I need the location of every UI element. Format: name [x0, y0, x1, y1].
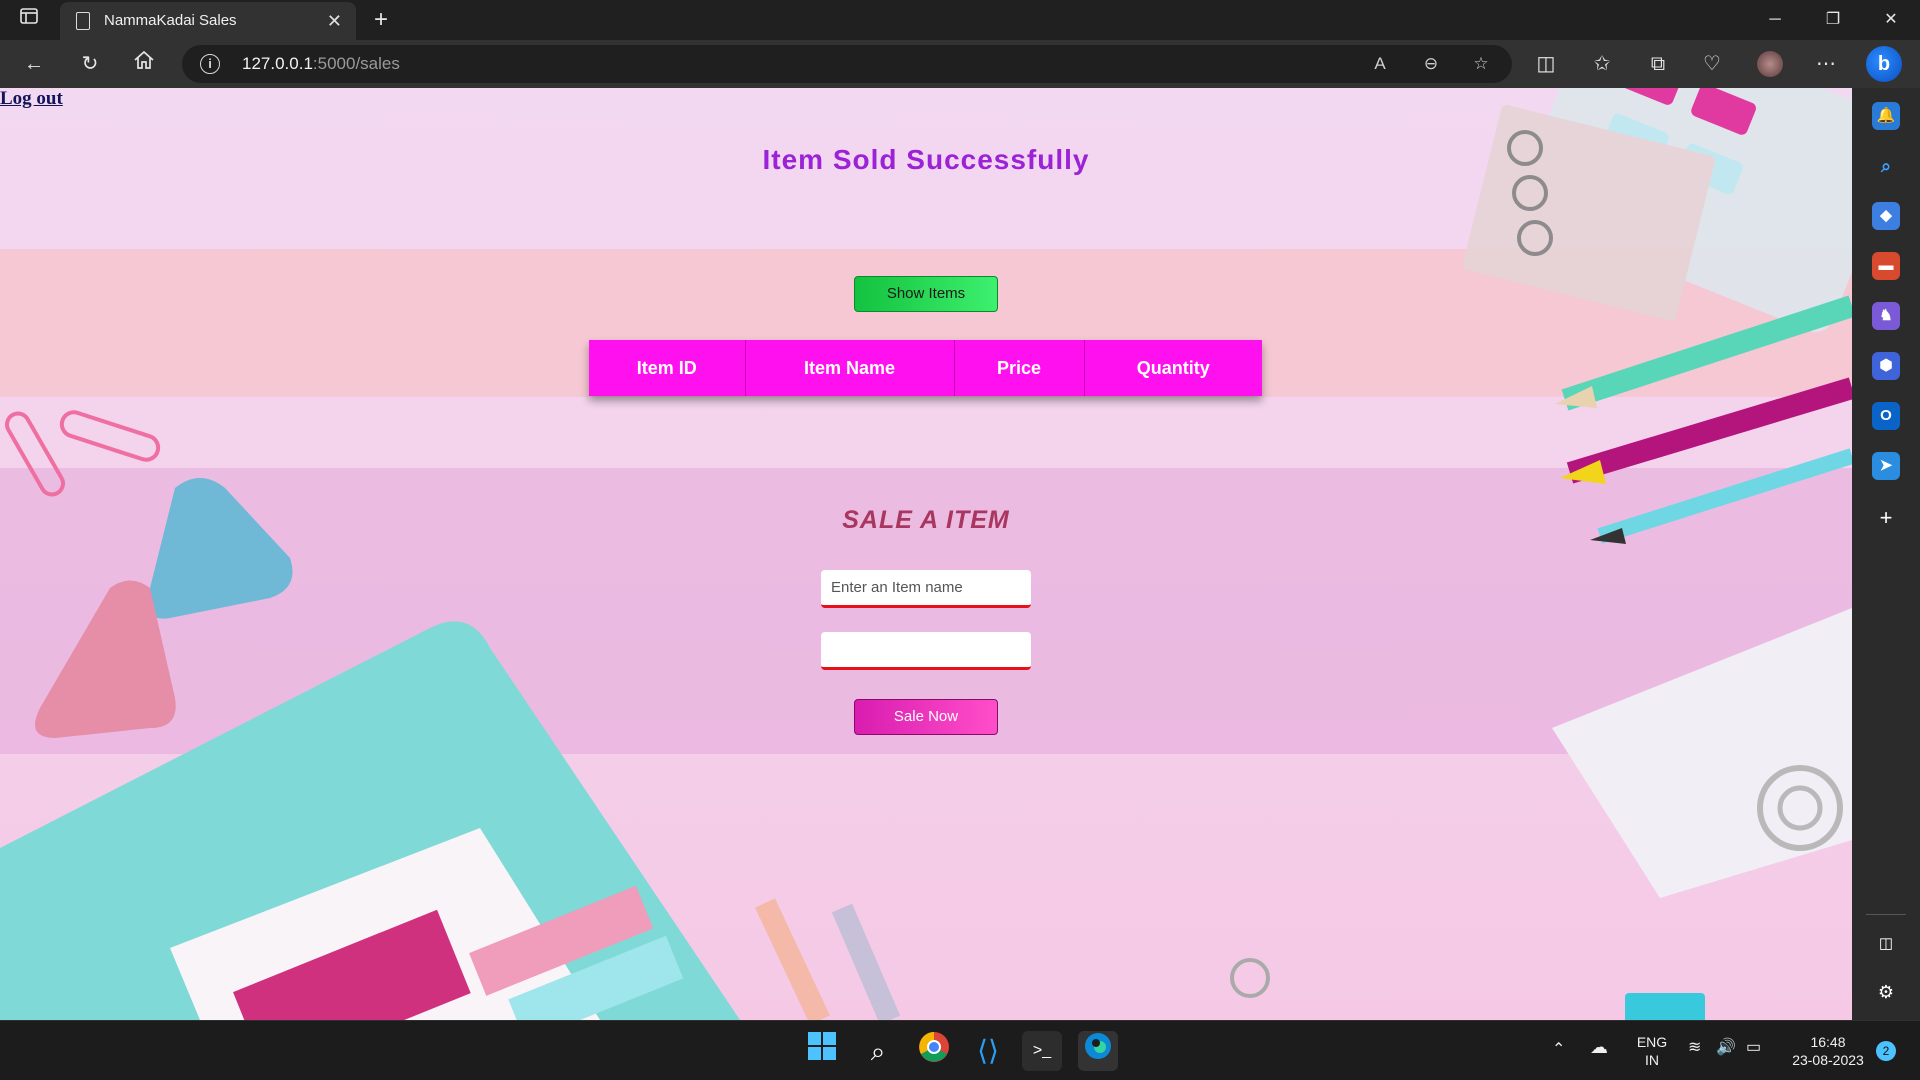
search-icon[interactable]: ⌕: [1872, 152, 1900, 180]
hide-sidebar-icon[interactable]: ◫: [1872, 930, 1900, 958]
url-text[interactable]: 127.0.0.1:5000/sales: [242, 45, 400, 83]
column-header-item-id: Item ID: [589, 340, 746, 396]
sale-now-button[interactable]: Sale Now: [854, 699, 998, 735]
column-header-item-name: Item Name: [745, 340, 955, 396]
browser-essentials-icon[interactable]: ♡: [1694, 40, 1730, 88]
games-icon[interactable]: ♞: [1872, 302, 1900, 330]
browser-toolbar: ← ↻ i 127.0.0.1:5000/sales A ⊖ ☆ ◫ ✩ ⧉ ♡…: [0, 40, 1920, 88]
page-viewport: Log out Item Sold Successfully Show Item…: [0, 88, 1852, 1020]
show-items-button[interactable]: Show Items: [854, 276, 998, 312]
tray-overflow-icon[interactable]: ⌃: [1552, 1039, 1565, 1059]
site-info-icon[interactable]: i: [200, 54, 220, 74]
notification-badge[interactable]: 2: [1876, 1041, 1896, 1061]
new-tab-icon[interactable]: +: [366, 0, 396, 40]
tab-actions-icon[interactable]: [14, 0, 44, 40]
favorite-star-icon[interactable]: ☆: [1466, 45, 1496, 83]
logout-link[interactable]: Log out: [0, 88, 63, 110]
more-options-icon[interactable]: ⋯: [1808, 40, 1844, 88]
copilot-icon[interactable]: b: [1866, 46, 1902, 82]
time-label: 16:48: [1810, 1034, 1846, 1050]
close-window-icon[interactable]: ✕: [1862, 0, 1920, 40]
settings-gear-icon[interactable]: ⚙: [1872, 978, 1900, 1006]
edge-sidebar: 🔔 ⌕ ◆ ▬ ♞ ⬢ O ➤ + ◫ ⚙: [1852, 88, 1920, 1020]
refresh-icon[interactable]: ↻: [72, 40, 108, 88]
table-header-row: Item ID Item Name Price Quantity: [589, 340, 1262, 396]
chrome-icon[interactable]: [914, 1031, 954, 1071]
url-host: 127.0.0.1: [242, 54, 313, 73]
column-header-price: Price: [954, 340, 1085, 396]
send-icon[interactable]: ➤: [1872, 452, 1900, 480]
background-stationery: [0, 88, 1852, 1020]
outlook-icon[interactable]: O: [1872, 402, 1900, 430]
browser-titlebar: NammaKadai Sales ✕ + ─ ❐ ✕: [0, 0, 1920, 40]
language-indicator[interactable]: ENG IN: [1628, 1033, 1676, 1069]
sale-heading: SALE A ITEM: [842, 506, 1010, 534]
windows-taskbar: ⌕ ⟨⟩ >_ ⌃ ☁ ENG IN ≋ 🔊 ▭ 16:48 23-08-202…: [0, 1020, 1920, 1080]
favorites-icon[interactable]: ✩: [1584, 40, 1620, 88]
item-name-input[interactable]: [821, 570, 1031, 608]
tools-icon[interactable]: ▬: [1872, 252, 1900, 280]
terminal-icon[interactable]: >_: [1022, 1031, 1062, 1071]
document-icon: [76, 12, 90, 30]
clock[interactable]: 16:48 23-08-2023: [1782, 1033, 1874, 1069]
maximize-icon[interactable]: ❐: [1804, 0, 1862, 40]
tab-title: NammaKadai Sales: [104, 12, 237, 29]
region-label: IN: [1645, 1052, 1659, 1068]
volume-icon[interactable]: 🔊: [1716, 1037, 1736, 1057]
zoom-out-icon[interactable]: ⊖: [1416, 45, 1446, 83]
status-message: Item Sold Successfully: [762, 144, 1090, 175]
shopping-tag-icon[interactable]: ◆: [1872, 202, 1900, 230]
read-aloud-icon[interactable]: A: [1365, 45, 1395, 83]
browser-tab[interactable]: NammaKadai Sales ✕: [60, 2, 356, 40]
back-icon[interactable]: ←: [16, 40, 52, 88]
onedrive-icon[interactable]: ☁: [1590, 1037, 1608, 1058]
search-taskbar-icon[interactable]: ⌕: [858, 1031, 898, 1071]
column-header-quantity: Quantity: [1084, 340, 1262, 396]
url-path: :5000/sales: [312, 54, 400, 73]
add-icon[interactable]: +: [1872, 504, 1900, 532]
collections-icon[interactable]: ⧉: [1640, 40, 1676, 88]
items-table: Item ID Item Name Price Quantity: [589, 340, 1262, 396]
vscode-icon[interactable]: ⟨⟩: [968, 1031, 1008, 1071]
sidebar-divider: [1866, 914, 1906, 915]
address-bar[interactable]: i 127.0.0.1:5000/sales A ⊖ ☆: [182, 45, 1512, 83]
wifi-icon[interactable]: ≋: [1688, 1037, 1701, 1057]
split-screen-icon[interactable]: ◫: [1528, 40, 1564, 88]
profile-avatar[interactable]: [1752, 40, 1788, 88]
date-label: 23-08-2023: [1792, 1052, 1864, 1068]
close-tab-icon[interactable]: ✕: [327, 2, 342, 40]
edge-icon[interactable]: [1078, 1031, 1118, 1071]
language-label: ENG: [1636, 1034, 1668, 1050]
battery-icon[interactable]: ▭: [1746, 1037, 1761, 1057]
minimize-icon[interactable]: ─: [1746, 0, 1804, 40]
windows-start-icon[interactable]: [802, 1031, 842, 1071]
microsoft365-icon[interactable]: ⬢: [1872, 352, 1900, 380]
bell-icon[interactable]: 🔔: [1872, 102, 1900, 130]
home-icon[interactable]: [126, 40, 162, 88]
quantity-input[interactable]: [821, 632, 1031, 670]
